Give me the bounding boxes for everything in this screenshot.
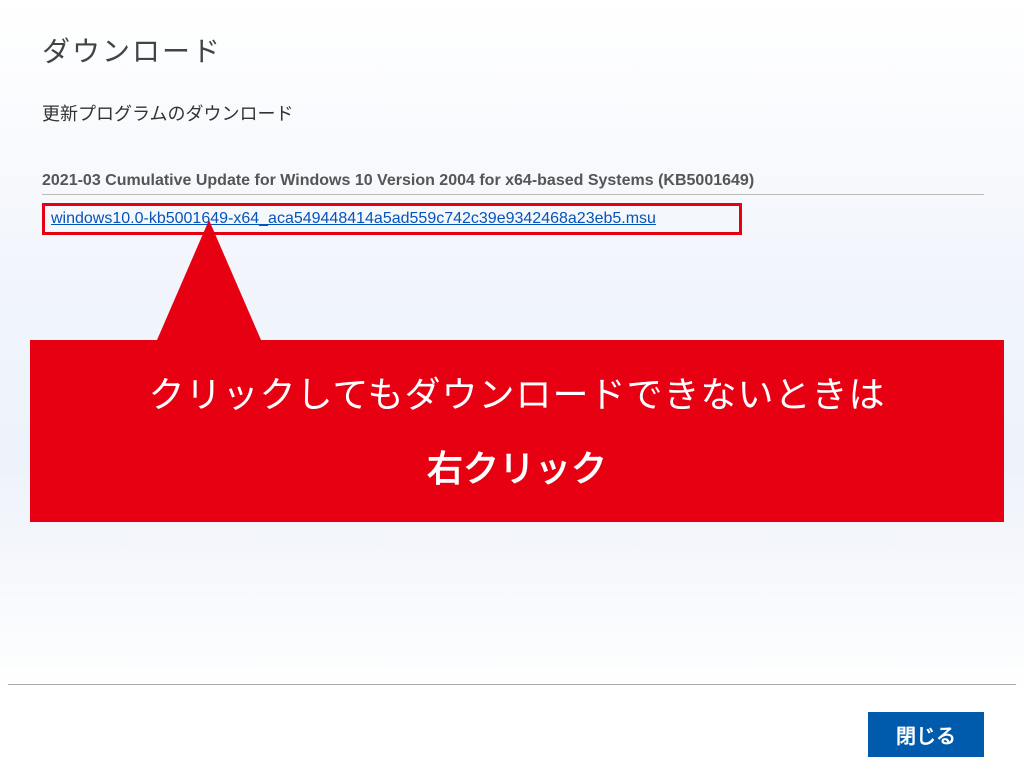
- update-name: 2021-03 Cumulative Update for Windows 10…: [42, 172, 984, 190]
- download-link-highlight: windows10.0-kb5001649-x64_aca549448414a5…: [42, 203, 742, 235]
- footer-divider: [8, 684, 1016, 685]
- callout-text-line2: 右クリック: [40, 440, 994, 492]
- divider: [42, 194, 984, 195]
- callout-pointer-icon: [157, 220, 261, 340]
- callout-annotation: クリックしてもダウンロードできないときは 右クリック: [30, 340, 1004, 522]
- page-subtitle: 更新プログラムのダウンロード: [42, 100, 984, 126]
- close-button[interactable]: 閉じる: [868, 712, 984, 757]
- callout-text-line1: クリックしてもダウンロードできないときは: [40, 366, 994, 418]
- callout-box: クリックしてもダウンロードできないときは 右クリック: [30, 340, 1004, 522]
- page-title: ダウンロード: [42, 30, 984, 70]
- download-link[interactable]: windows10.0-kb5001649-x64_aca549448414a5…: [51, 210, 656, 227]
